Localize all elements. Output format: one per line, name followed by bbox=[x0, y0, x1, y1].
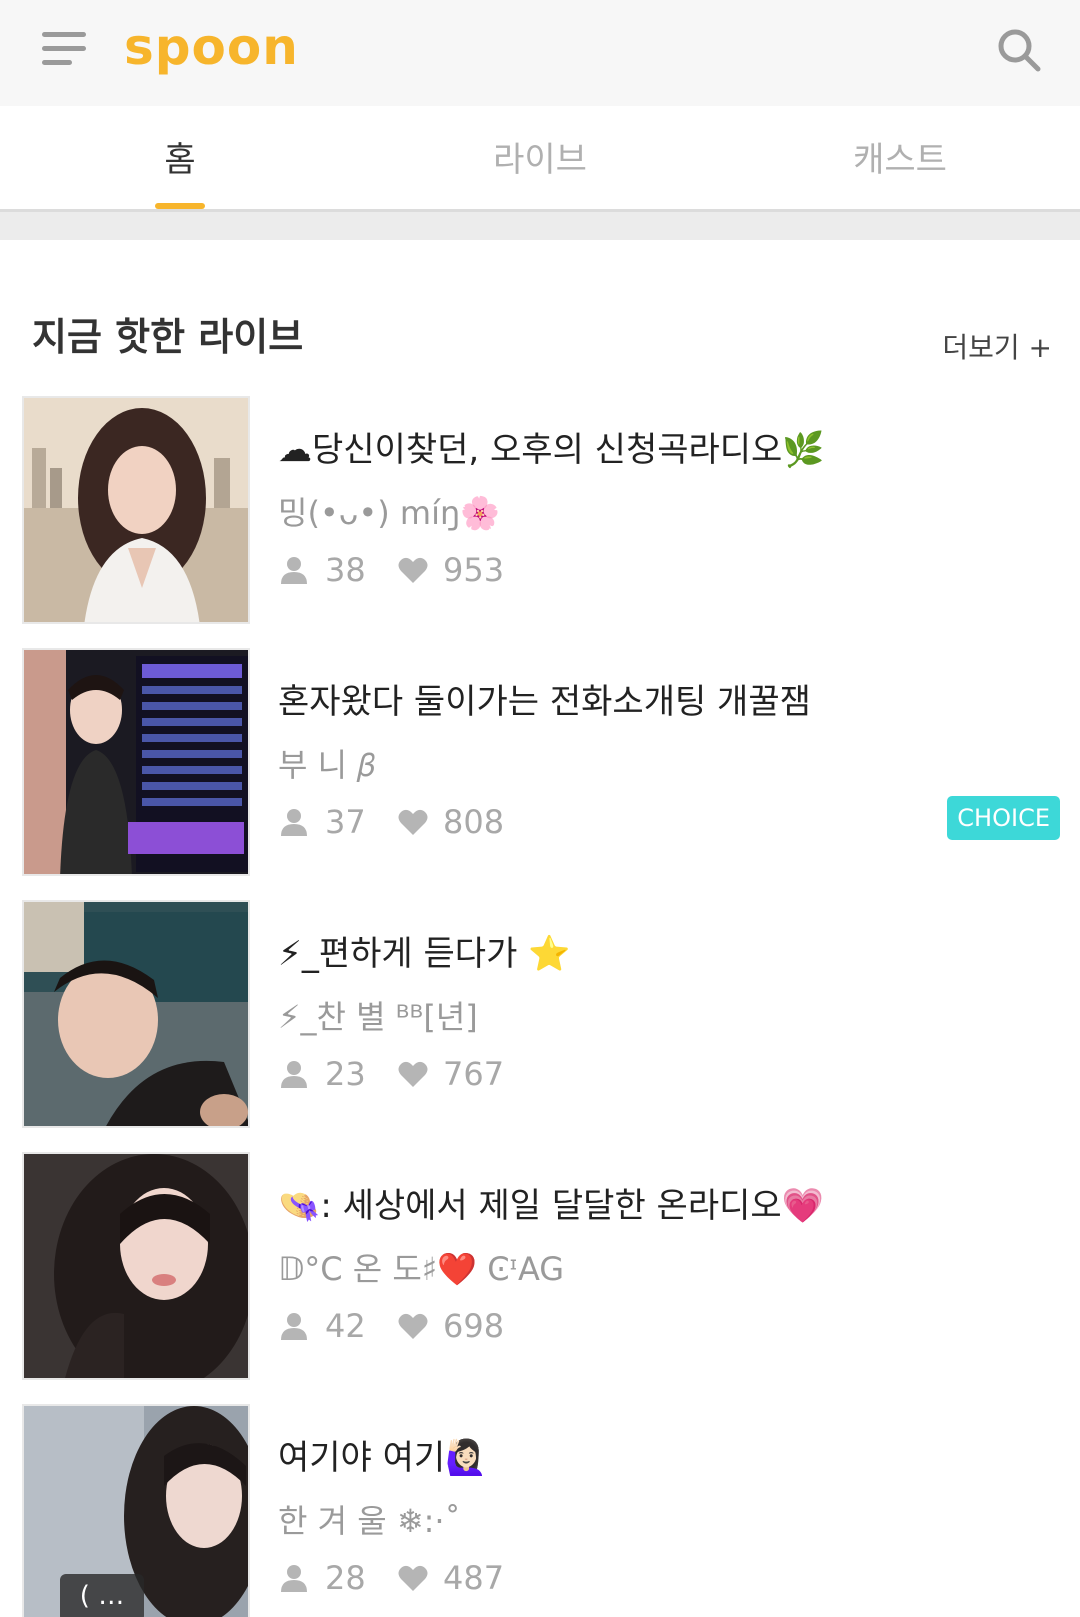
choice-badge: CHOICE bbox=[947, 796, 1060, 840]
live-card[interactable]: ⚡_편하게 듣다가 ⭐ ⚡_찬 별 ᴮᴮ[년] 23 767 bbox=[0, 900, 1080, 1136]
live-thumbnail bbox=[22, 900, 250, 1128]
tab-live[interactable]: 라이브 bbox=[360, 106, 720, 209]
more-button[interactable]: 더보기 + bbox=[942, 326, 1052, 366]
listener-count-value: 28 bbox=[325, 1559, 366, 1597]
tab-cast[interactable]: 캐스트 bbox=[720, 106, 1080, 209]
person-icon bbox=[281, 1565, 307, 1592]
like-count-value: 767 bbox=[443, 1055, 505, 1093]
like-count-value: 808 bbox=[443, 803, 505, 841]
section-divider bbox=[0, 212, 1080, 240]
hamburger-menu-icon[interactable] bbox=[42, 32, 86, 66]
live-thumbnail bbox=[22, 1152, 250, 1380]
live-card[interactable]: ( … 여기야 여기🙋🏻‍♀️ 한 겨 울 ❄︎:·˚ 28 487 bbox=[0, 1404, 1080, 1617]
listener-count-value: 23 bbox=[325, 1055, 366, 1093]
main-tabs: 홈 라이브 캐스트 bbox=[0, 106, 1080, 212]
live-title: ☁당신이찾던, 오후의 신청곡라디오🌿 bbox=[278, 430, 825, 470]
live-title: 혼자왔다 둘이가는 전화소개팅 개꿀잼 bbox=[278, 682, 811, 722]
like-count-value: 487 bbox=[443, 1559, 505, 1597]
spoon-logo[interactable]: spoon bbox=[124, 18, 299, 76]
live-author: 𝔻°C 온 도♯❤️ ϾᶦAG bbox=[278, 1250, 565, 1288]
live-title: ⚡_편하게 듣다가 ⭐ bbox=[278, 934, 571, 974]
live-thumbnail bbox=[22, 648, 250, 876]
live-title: 👒: 세상에서 제일 달달한 온라디오💗 bbox=[278, 1186, 824, 1226]
live-author: 한 겨 울 ❄︎:·˚ bbox=[278, 1502, 461, 1540]
listener-count-value: 42 bbox=[325, 1307, 366, 1345]
tab-home[interactable]: 홈 bbox=[0, 106, 360, 209]
call-badge: ( … bbox=[60, 1574, 144, 1617]
live-author: ⚡_찬 별 ᴮᴮ[년] bbox=[278, 998, 478, 1036]
person-icon bbox=[281, 809, 307, 836]
heart-icon bbox=[398, 1061, 428, 1087]
live-title: 여기야 여기🙋🏻‍♀️ bbox=[278, 1438, 488, 1478]
like-count-value: 698 bbox=[443, 1307, 505, 1345]
like-count-value: 953 bbox=[443, 551, 505, 589]
heart-icon bbox=[398, 557, 428, 583]
live-author: 부 니 𝛽 bbox=[278, 746, 375, 784]
live-author: 밍(•ᴗ•) míŋ🌸 bbox=[278, 494, 501, 532]
live-card[interactable]: ☁당신이찾던, 오후의 신청곡라디오🌿 밍(•ᴗ•) míŋ🌸 38 953 bbox=[0, 396, 1080, 632]
top-bar: spoon bbox=[0, 0, 1080, 106]
live-thumbnail: ( … bbox=[22, 1404, 250, 1617]
person-icon bbox=[281, 1313, 307, 1340]
person-icon bbox=[281, 1061, 307, 1088]
listener-count-value: 37 bbox=[325, 803, 366, 841]
heart-icon bbox=[398, 809, 428, 835]
live-card[interactable]: 혼자왔다 둘이가는 전화소개팅 개꿀잼 부 니 𝛽 37 808 CHOICE bbox=[0, 648, 1080, 884]
active-tab-indicator bbox=[155, 203, 205, 209]
search-icon[interactable] bbox=[996, 27, 1042, 73]
heart-icon bbox=[398, 1313, 428, 1339]
listener-count-value: 38 bbox=[325, 551, 366, 589]
heart-icon bbox=[398, 1565, 428, 1591]
live-card[interactable]: 👒: 세상에서 제일 달달한 온라디오💗 𝔻°C 온 도♯❤️ ϾᶦAG 42 … bbox=[0, 1152, 1080, 1388]
person-icon bbox=[281, 557, 307, 584]
section-title: 지금 핫한 라이브 bbox=[32, 315, 304, 359]
live-thumbnail bbox=[22, 396, 250, 624]
